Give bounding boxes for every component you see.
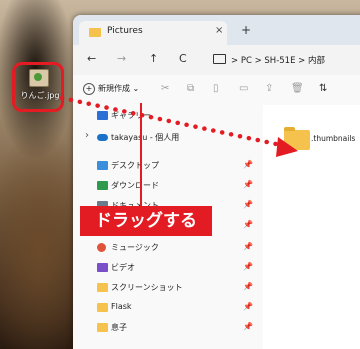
pin-icon[interactable]: 📌 bbox=[243, 262, 253, 271]
sidebar-item[interactable]: デスクトップ 📌 bbox=[73, 157, 263, 175]
sidebar-item[interactable]: › takayasu - 個人用 bbox=[73, 129, 263, 147]
pin-icon[interactable]: 📌 bbox=[243, 180, 253, 189]
navigation-bar: ← → ↑ C > PC > SH-51E > 内部 bbox=[73, 45, 360, 76]
sidebar-item[interactable]: スクリーンショット 📌 bbox=[73, 279, 263, 297]
forward-arrow-icon[interactable]: → bbox=[117, 52, 126, 65]
file-list: .thumbnails bbox=[263, 105, 360, 349]
cut-icon[interactable]: ✂ bbox=[161, 83, 169, 94]
sidebar-item-label: takayasu - 個人用 bbox=[111, 133, 180, 142]
pin-icon[interactable]: 📌 bbox=[243, 200, 253, 209]
sidebar-item-label: ギャラリー bbox=[111, 111, 151, 120]
sidebar-item-label: Flask bbox=[111, 302, 132, 311]
gallery-icon bbox=[97, 111, 108, 120]
sort-icon[interactable]: ⇅ bbox=[319, 83, 327, 94]
folder-icon bbox=[97, 303, 108, 312]
pin-icon[interactable]: 📌 bbox=[243, 322, 253, 331]
file-name[interactable]: .thumbnails bbox=[311, 134, 355, 143]
command-bar: + 新規作成 ⌄ ✂ ⧉ ▯ ▭ ⇪ 🗑 ⇅ bbox=[73, 75, 360, 106]
back-arrow-icon[interactable]: ← bbox=[87, 52, 96, 65]
new-tab-button[interactable]: + bbox=[241, 23, 251, 37]
sidebar-item[interactable]: ビデオ 📌 bbox=[73, 259, 263, 277]
sidebar-item-label: デスクトップ bbox=[111, 161, 159, 170]
download-icon bbox=[97, 181, 108, 190]
tab-bar: Pictures × + bbox=[73, 15, 360, 45]
chevron-down-icon: ⌄ bbox=[132, 84, 140, 93]
sidebar-item[interactable]: ギャラリー bbox=[73, 107, 263, 125]
pin-icon[interactable]: 📌 bbox=[243, 242, 253, 251]
sidebar-item-label: ダウンロード bbox=[111, 181, 159, 190]
breadcrumb[interactable]: > PC > SH-51E > 内部 bbox=[231, 54, 325, 66]
sidebar-item-label: スクリーンショット bbox=[111, 283, 183, 292]
folder-icon bbox=[97, 323, 108, 332]
new-button[interactable]: + 新規作成 ⌄ bbox=[83, 83, 139, 95]
sidebar-item-label: ビデオ bbox=[111, 263, 135, 272]
folder-icon bbox=[89, 28, 101, 37]
pc-icon bbox=[213, 54, 226, 64]
sidebar-item-label: 息子 bbox=[111, 323, 127, 332]
callout-line bbox=[140, 103, 142, 207]
folder-icon bbox=[97, 283, 108, 292]
drag-instruction-label: ドラッグする bbox=[80, 206, 212, 236]
folder-icon[interactable] bbox=[284, 127, 310, 150]
sidebar-item[interactable]: ダウンロード 📌 bbox=[73, 177, 263, 195]
tab-pictures[interactable]: Pictures × bbox=[79, 21, 227, 45]
onedrive-icon bbox=[97, 134, 108, 141]
sidebar-item[interactable]: Flask 📌 bbox=[73, 299, 263, 317]
sidebar-item[interactable]: 息子 📌 bbox=[73, 319, 263, 337]
highlight-box bbox=[12, 62, 64, 112]
paste-icon[interactable]: ▯ bbox=[213, 83, 219, 94]
pin-icon[interactable]: 📌 bbox=[243, 282, 253, 291]
sidebar-item[interactable]: ミュージック 📌 bbox=[73, 239, 263, 257]
share-icon[interactable]: ⇪ bbox=[265, 83, 273, 94]
music-icon bbox=[97, 243, 106, 252]
file-explorer-window: Pictures × + ← → ↑ C > PC > SH-51E > 内部 … bbox=[73, 15, 360, 349]
tab-title: Pictures bbox=[107, 26, 143, 36]
copy-icon[interactable]: ⧉ bbox=[187, 83, 194, 94]
pin-icon[interactable]: 📌 bbox=[243, 160, 253, 169]
rename-icon[interactable]: ▭ bbox=[239, 83, 248, 94]
new-button-label: 新規作成 bbox=[98, 84, 130, 93]
delete-icon[interactable]: 🗑 bbox=[291, 83, 304, 94]
chevron-right-icon[interactable]: › bbox=[85, 130, 89, 141]
pin-icon[interactable]: 📌 bbox=[243, 220, 253, 229]
pin-icon[interactable]: 📌 bbox=[243, 302, 253, 311]
plus-icon: + bbox=[83, 83, 95, 95]
refresh-icon[interactable]: C bbox=[179, 52, 187, 65]
close-icon[interactable]: × bbox=[215, 25, 223, 36]
video-icon bbox=[97, 263, 108, 272]
up-arrow-icon[interactable]: ↑ bbox=[149, 52, 158, 65]
desktop-icon bbox=[97, 161, 108, 170]
sidebar-item-label: ミュージック bbox=[111, 243, 159, 252]
